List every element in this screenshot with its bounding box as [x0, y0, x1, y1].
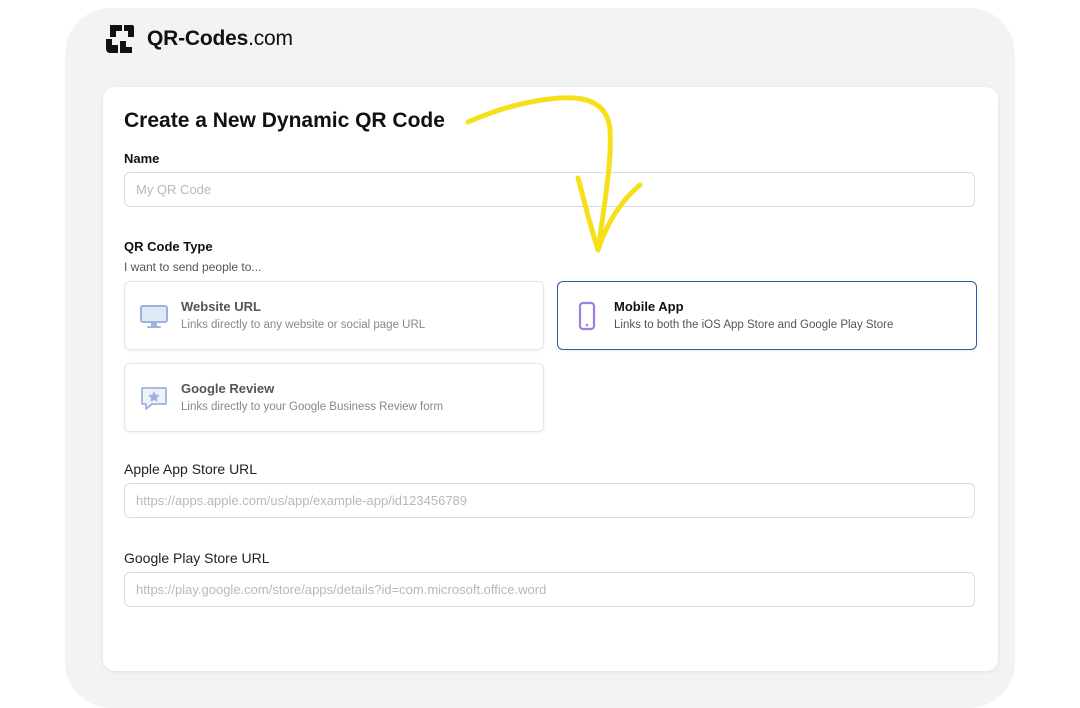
option-mobile-app[interactable]: Mobile App Links to both the iOS App Sto…: [557, 281, 977, 350]
review-star-icon: [141, 387, 167, 410]
option-google-review[interactable]: Google Review Links directly to your Goo…: [124, 363, 544, 432]
brand-logo[interactable]: QR-Codes.com: [103, 22, 293, 56]
option-title: Google Review: [181, 381, 275, 396]
option-description: Links directly to your Google Business R…: [181, 401, 444, 413]
google-play-url-label: Google Play Store URL: [124, 550, 270, 566]
name-label: Name: [124, 151, 160, 166]
qr-type-subtitle: I want to send people to...: [124, 260, 262, 274]
option-description: Links directly to any website or social …: [181, 319, 426, 331]
option-website-url[interactable]: Website URL Links directly to any websit…: [124, 281, 544, 350]
google-play-url-input[interactable]: [124, 572, 975, 607]
qr-codes-logo-icon: [106, 25, 134, 53]
option-title: Website URL: [181, 299, 261, 314]
apple-store-url-label: Apple App Store URL: [124, 461, 258, 477]
name-input[interactable]: [124, 172, 975, 207]
qr-type-label: QR Code Type: [124, 239, 213, 254]
phone-icon: [578, 301, 596, 331]
page-title: Create a New Dynamic QR Code: [124, 109, 445, 132]
option-title: Mobile App: [614, 299, 684, 314]
apple-store-url-input[interactable]: [124, 483, 975, 518]
brand-name: QR-Codes.com: [147, 27, 293, 50]
monitor-icon: [140, 305, 168, 328]
create-qr-card: Create a New Dynamic QR Code Name QR Cod…: [103, 87, 998, 671]
option-description: Links to both the iOS App Store and Goog…: [614, 319, 894, 331]
